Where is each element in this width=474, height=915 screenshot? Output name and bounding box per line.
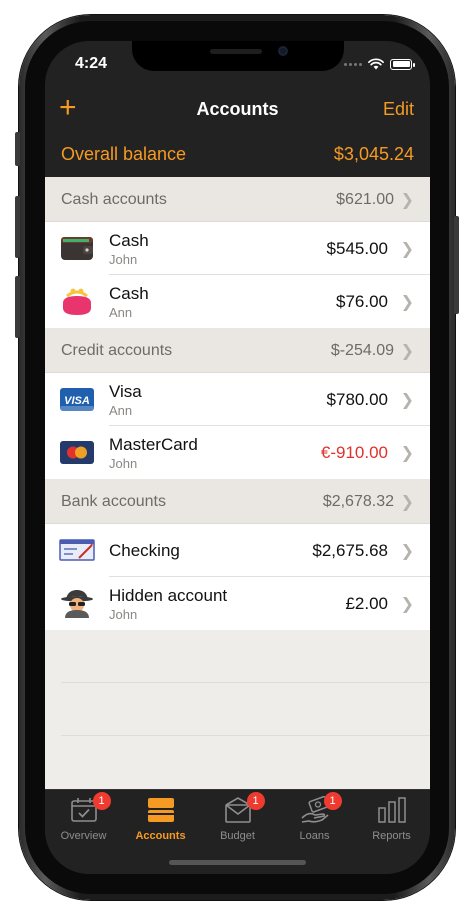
tab-label: Budget [220,830,255,842]
account-name: Cash [109,284,149,303]
mute-switch [15,132,20,166]
section-title: Bank accounts [61,493,166,510]
account-owner: Ann [109,305,133,320]
tab-accounts[interactable]: Accounts [122,796,199,848]
account-amount: $780.00 [326,390,388,409]
chevron-right-icon: ❯ [400,343,414,360]
section-header-credit[interactable]: Credit accounts $-254.09 ❯ [45,328,430,373]
account-amount: $76.00 [336,292,388,311]
account-owner: John [109,456,138,471]
account-amount: $2,675.68 [312,541,388,560]
section-total: $2,678.32 [322,493,394,510]
section-total: $621.00 [336,191,394,208]
notch [132,41,344,71]
chevron-right-icon: ❯ [400,294,414,311]
svg-text:VISA: VISA [64,395,90,407]
account-row[interactable]: Cash John $545.00 ❯ [45,222,430,275]
chevron-right-icon: ❯ [400,445,414,462]
cellular-signal-icon [344,62,362,66]
cards-icon [147,798,174,822]
front-camera [278,46,288,56]
tab-label: Accounts [135,830,186,842]
app-screen: 4:24 + Accounts Edit Overall balance $3,… [45,41,430,874]
account-row[interactable]: MasterCard John €-910.00 ❯ [45,426,430,479]
tab-reports[interactable]: Reports [353,796,430,848]
page-title: Accounts [196,99,279,119]
tab-budget[interactable]: 1 Budget [199,792,276,848]
power-button [454,216,459,314]
account-owner: John [109,607,138,622]
section-header-bank[interactable]: Bank accounts $2,678.32 ❯ [45,479,430,524]
status-time: 4:24 [75,55,108,72]
bar-chart-icon [377,797,406,823]
notification-badge: 1 [323,792,342,810]
tab-label: Reports [372,830,411,842]
status-bar: 4:24 [45,41,430,87]
account-owner: Ann [109,403,133,418]
home-indicator[interactable] [169,860,306,865]
account-row[interactable]: Cash Ann $76.00 ❯ [45,275,430,328]
chevron-right-icon: ❯ [400,494,414,511]
tab-label: Overview [60,830,107,842]
account-amount: £2.00 [345,594,388,613]
wallet-icon [61,237,93,260]
edit-button[interactable]: Edit [383,99,414,120]
volume-down-button [15,276,20,338]
account-amount: €-910.00 [320,443,388,462]
section-title: Credit accounts [61,342,173,359]
navigation-bar: + Accounts Edit [45,87,430,131]
volume-up-button [15,196,20,258]
account-name: Cash [109,231,149,250]
tab-overview[interactable]: 1 Overview [45,792,122,848]
notification-badge: 1 [246,792,265,810]
tab-label: Loans [299,830,330,842]
chevron-right-icon: ❯ [400,392,414,409]
visa-card-icon: VISA [60,388,94,411]
overall-balance-label: Overall balance [61,144,187,164]
section-header-cash[interactable]: Cash accounts $621.00 ❯ [45,177,430,222]
account-name: Checking [109,541,180,560]
spy-icon [61,590,93,618]
chevron-right-icon: ❯ [400,596,414,613]
account-name: MasterCard [109,435,198,454]
status-icons [344,58,415,70]
mastercard-icon [60,441,94,464]
section-title: Cash accounts [61,191,167,208]
notification-badge: 1 [92,792,111,810]
account-row[interactable]: Checking $2,675.68 ❯ [45,524,430,577]
account-row[interactable]: VISA Visa Ann $780.00 ❯ [45,373,430,426]
wifi-icon [368,58,384,70]
account-name: Visa [109,382,142,401]
empty-row-divider [61,630,430,683]
empty-row-divider [61,683,430,736]
speaker-grille [210,49,262,54]
chevron-right-icon: ❯ [400,241,414,258]
account-amount: $545.00 [326,239,388,258]
battery-icon [390,58,415,70]
coin-purse-icon [63,288,91,315]
chevron-right-icon: ❯ [400,543,414,560]
account-row[interactable]: Hidden account John £2.00 ❯ [45,577,430,630]
chevron-right-icon: ❯ [400,192,414,209]
tab-loans[interactable]: 1 Loans [276,792,353,848]
accounts-list: Cash accounts $621.00 ❯ Cash John $545.0… [45,177,430,789]
overall-balance-bar[interactable]: Overall balance $3,045.24 [45,135,430,177]
account-owner: John [109,252,138,267]
account-name: Hidden account [109,586,228,605]
section-total: $-254.09 [330,342,394,359]
check-icon [59,539,95,561]
overall-balance-value: $3,045.24 [333,144,414,164]
